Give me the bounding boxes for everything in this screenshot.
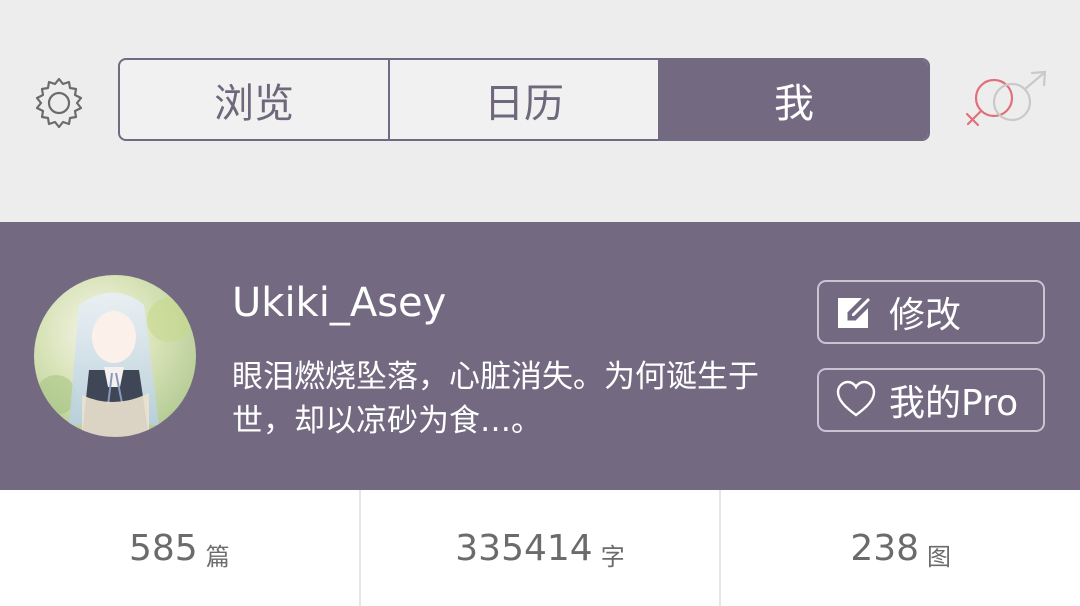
avatar-image [34, 275, 196, 437]
stat-value: 335414 [455, 527, 593, 569]
tab-browse[interactable]: 浏览 [120, 60, 388, 139]
edit-profile-button[interactable]: 修改 [817, 280, 1045, 344]
stat-unit: 篇 [205, 542, 230, 571]
stat-value: 238 [850, 527, 920, 569]
gear-icon[interactable] [32, 75, 86, 129]
tab-me[interactable]: 我 [658, 60, 928, 139]
my-pro-button[interactable]: 我的Pro [817, 368, 1045, 432]
stats-bar: 585 篇 335414 字 238 图 [0, 490, 1080, 606]
edit-button-label: 修改 [889, 295, 962, 336]
heart-icon [836, 380, 876, 417]
stat-unit: 图 [927, 542, 952, 571]
tab-calendar[interactable]: 日历 [388, 60, 658, 139]
gender-symbol-icon[interactable] [962, 70, 1052, 132]
stat-articles[interactable]: 585 篇 [0, 490, 359, 606]
stat-value: 585 [128, 527, 198, 569]
username: Ukiki_Asey [232, 280, 447, 326]
stat-images[interactable]: 238 图 [719, 490, 1080, 606]
top-bar: 浏览 日历 我 [0, 0, 1080, 222]
avatar[interactable] [34, 275, 196, 437]
bio-text: 眼泪燃烧坠落，心脏消失。为何诞生于世，却以凉砂为食…。 [232, 359, 759, 439]
stat-words[interactable]: 335414 字 [358, 490, 720, 606]
profile-card: Ukiki_Asey 眼泪燃烧坠落，心脏消失。为何诞生于世，却以凉砂为食…。 修… [0, 222, 1080, 490]
section-tabs: 浏览 日历 我 [118, 58, 930, 141]
stat-unit: 字 [600, 542, 625, 571]
edit-icon [838, 292, 876, 328]
my-pro-button-label: 我的Pro [889, 383, 1019, 424]
